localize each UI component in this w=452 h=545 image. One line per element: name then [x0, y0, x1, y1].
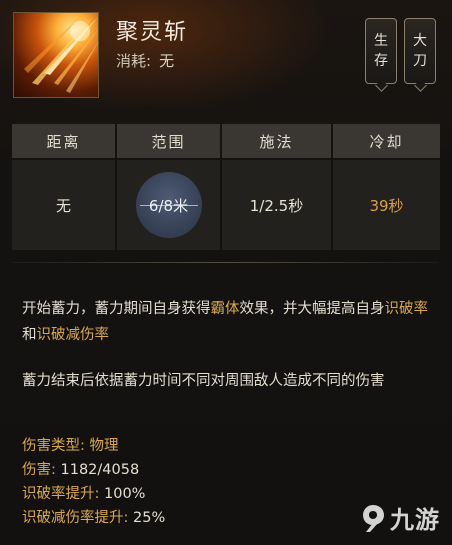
tag-survival-char-2: 存	[374, 53, 388, 69]
stat-cast: 施法 1/2.5秒	[222, 124, 331, 250]
stat-value-distance: 无	[12, 160, 115, 250]
prop-parry-reduction-label: 识破减伤率提升:	[22, 510, 129, 526]
section-divider	[12, 262, 438, 263]
tag-survival-char-1: 生	[374, 33, 388, 49]
prop-parry-reduction-value: 25%	[133, 510, 166, 526]
prop-parry-rate-label: 识破率提升:	[22, 486, 100, 502]
skill-cost: 消耗: 无	[116, 50, 174, 71]
stat-cooldown: 冷却 39秒	[333, 124, 440, 250]
stats-table: 距离 无 范围 6/8米 施法 1/2.5秒 冷却 39秒	[12, 124, 440, 250]
stat-distance: 距离 无	[12, 124, 115, 250]
prop-damage-value: 1182/4058	[60, 462, 140, 478]
stat-range: 范围 6/8米	[117, 124, 220, 250]
stat-header-distance: 距离	[12, 124, 115, 158]
prop-damage: 伤害: 1182/4058	[22, 458, 139, 479]
desc-highlight-superarmor: 霸体	[210, 301, 240, 317]
cost-label: 消耗:	[116, 52, 152, 70]
tag-survival: 生 存	[365, 18, 397, 84]
skill-name: 聚灵斩	[116, 20, 189, 45]
flame-slash-icon	[13, 12, 99, 98]
prop-parry-rate: 识破率提升: 100%	[22, 482, 145, 503]
stat-header-cast: 施法	[222, 124, 331, 158]
watermark-text: 九游	[390, 506, 440, 534]
jiuyou-logo-icon	[363, 504, 384, 532]
tag-broadsword-char-2: 刀	[413, 53, 427, 69]
prop-damage-type-label: 伤害类型:	[22, 438, 85, 454]
prop-damage-type: 伤害类型: 物理	[22, 434, 119, 455]
desc-highlight-parry-rate: 识破率	[384, 301, 429, 317]
prop-damage-type-value: 物理	[89, 438, 119, 454]
desc-text-b: 效果，并大幅提高自身	[239, 301, 385, 317]
prop-damage-label: 伤害:	[22, 462, 56, 478]
stat-value-cast: 1/2.5秒	[222, 160, 331, 250]
stat-range-cell: 6/8米	[117, 160, 220, 250]
tag-broadsword-char-1: 大	[413, 33, 427, 49]
desc-highlight-parry-reduction: 识破减伤率	[36, 327, 110, 343]
cost-value: 无	[159, 52, 175, 70]
prop-parry-reduction: 识破减伤率提升: 25%	[22, 506, 165, 527]
watermark: 九游	[360, 500, 440, 535]
desc-text-a: 开始蓄力，蓄力期间自身获得	[22, 301, 211, 317]
skill-tooltip-panel: 聚灵斩 消耗: 无 生 存 大 刀 距离 无 范围 6/8米 施法 1/2.5秒 …	[0, 0, 452, 545]
skill-description-1: 开始蓄力，蓄力期间自身获得霸体效果，并大幅提高自身识破率和识破减伤率	[22, 296, 438, 348]
stat-value-cooldown: 39秒	[333, 160, 440, 250]
tag-broadsword: 大 刀	[404, 18, 436, 84]
stat-header-cooldown: 冷却	[333, 124, 440, 158]
skill-description-2: 蓄力结束后依据蓄力时间不同对周围敌人造成不同的伤害	[22, 373, 385, 389]
stat-value-range: 6/8米	[148, 196, 189, 215]
prop-parry-rate-value: 100%	[104, 486, 146, 502]
stat-header-range: 范围	[117, 124, 220, 158]
desc-text-c: 和	[22, 327, 37, 343]
